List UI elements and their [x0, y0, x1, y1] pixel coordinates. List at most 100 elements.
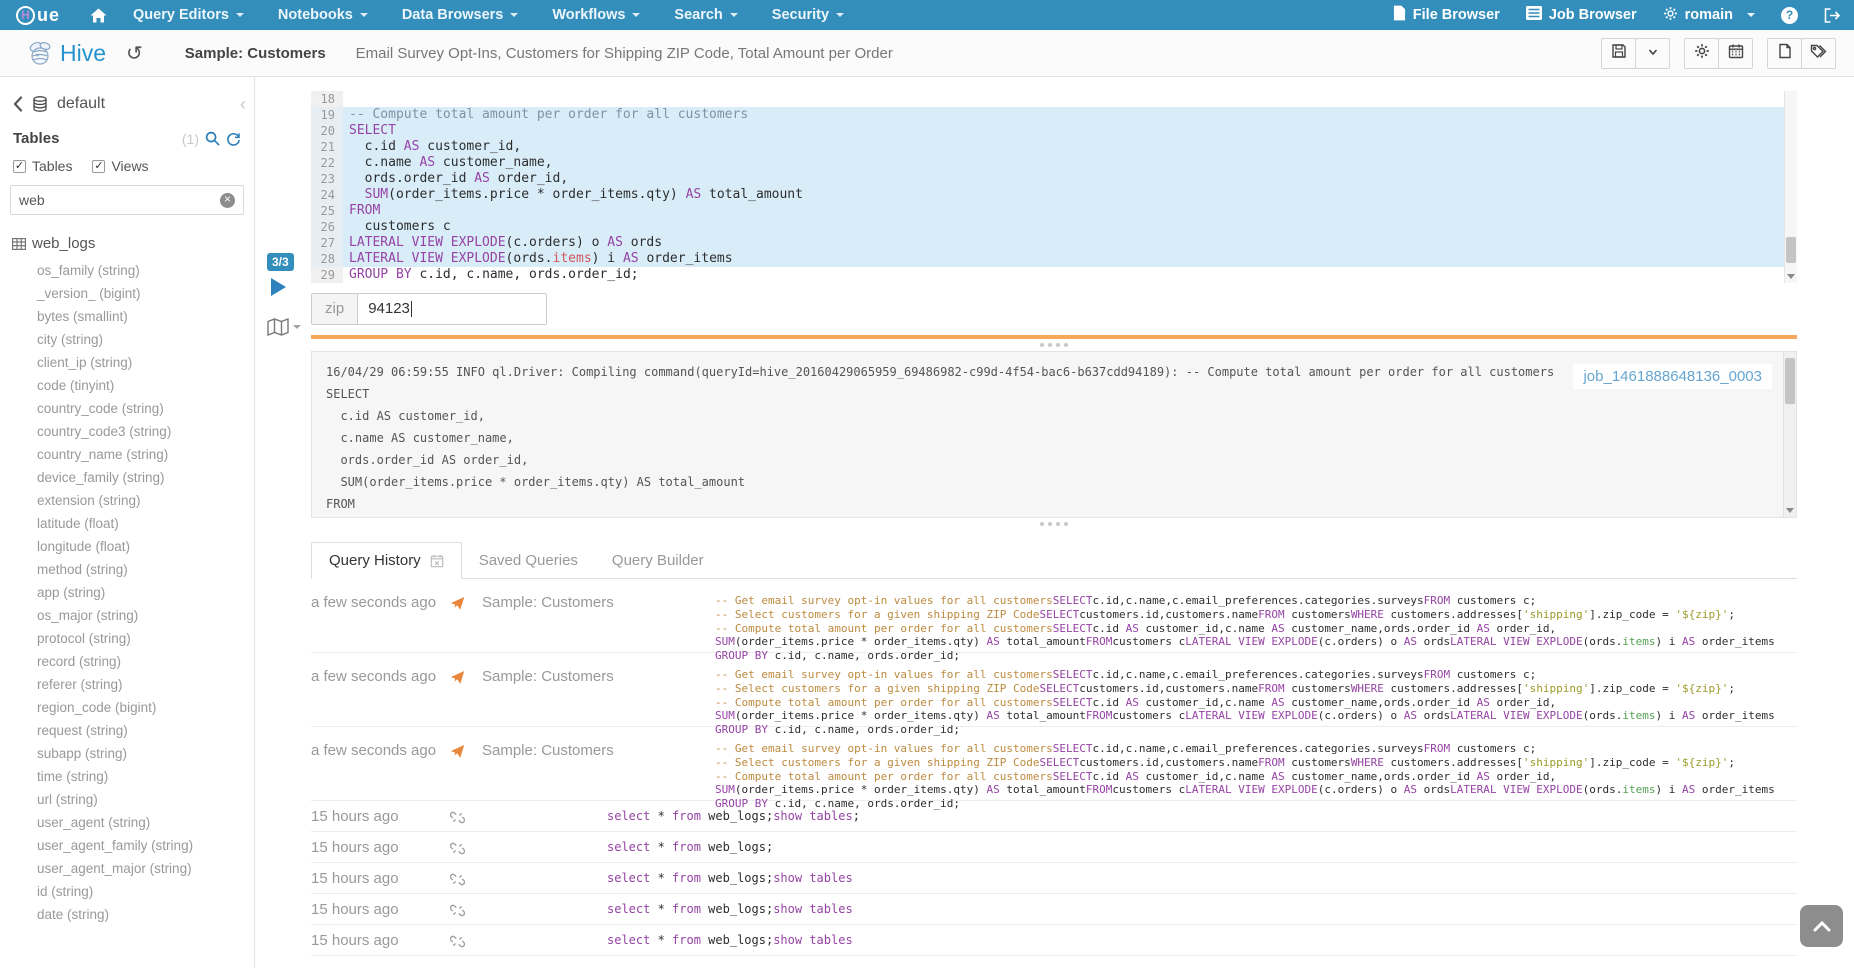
logout-icon[interactable] [1824, 8, 1840, 23]
menu-query-editors[interactable]: Query Editors [133, 7, 244, 23]
resize-handle[interactable] [311, 339, 1797, 351]
menu-search[interactable]: Search [674, 7, 737, 23]
history-row[interactable]: 15 hours agoselect * from web_logs;show … [311, 894, 1797, 925]
column-item[interactable]: request (string) [0, 719, 254, 742]
history-row[interactable]: 15 hours agoselect * from web_logs;show … [311, 925, 1797, 956]
save-button[interactable] [1601, 38, 1636, 69]
back-chevron-icon[interactable] [13, 96, 23, 112]
column-item[interactable]: protocol (string) [0, 627, 254, 650]
sql-token: customer_id,c.name [1139, 622, 1271, 635]
settings-button[interactable] [1684, 38, 1719, 69]
menu-notebooks[interactable]: Notebooks [278, 7, 368, 23]
schedule-button[interactable] [1718, 38, 1753, 69]
tags-button[interactable] [1801, 38, 1836, 69]
scrollbar-thumb[interactable] [1786, 237, 1796, 263]
query-history-icon[interactable]: ↺ [126, 41, 143, 65]
editor-line[interactable]: 24 SUM(order_items.price * order_items.q… [311, 187, 1797, 203]
editor-line[interactable]: 22 c.name AS customer_name, [311, 155, 1797, 171]
job-link[interactable]: job_1461888648136_0003 [1573, 364, 1772, 389]
history-sql: select * from web_logs;show tables [607, 871, 853, 885]
table-search-input[interactable] [19, 192, 220, 208]
scroll-to-top-button[interactable] [1800, 905, 1843, 947]
editor-line[interactable]: 25FROM [311, 203, 1797, 219]
column-item[interactable]: referer (string) [0, 673, 254, 696]
sidebar-collapse-icon[interactable]: ‹ [240, 94, 246, 115]
column-item[interactable]: app (string) [0, 581, 254, 604]
calendar-x-icon[interactable] [430, 554, 444, 568]
editor-line[interactable]: 26 customers c [311, 219, 1797, 235]
variable-value-input[interactable]: 94123 [358, 294, 546, 324]
column-item[interactable]: user_agent_family (string) [0, 834, 254, 857]
column-item[interactable]: code (tinyint) [0, 374, 254, 397]
app-title[interactable]: Hive [60, 40, 106, 67]
editor-line[interactable]: 27LATERAL VIEW EXPLODE(c.orders) o AS or… [311, 235, 1797, 251]
column-item[interactable]: _version_ (bigint) [0, 282, 254, 305]
log-scrollbar[interactable] [1783, 352, 1796, 517]
history-row[interactable]: 15 hours agoselect * from web_logs;show … [311, 863, 1797, 894]
home-icon[interactable] [90, 8, 107, 23]
column-item[interactable]: latitude (float) [0, 512, 254, 535]
column-item[interactable]: url (string) [0, 788, 254, 811]
column-item[interactable]: city (string) [0, 328, 254, 351]
history-row[interactable]: a few seconds agoSample: Customers-- Get… [311, 653, 1797, 727]
column-item[interactable]: user_agent_major (string) [0, 857, 254, 880]
column-item[interactable]: user_agent (string) [0, 811, 254, 834]
help-icon[interactable]: ? [1781, 7, 1798, 24]
column-item[interactable]: region_code (bigint) [0, 696, 254, 719]
clear-search-icon[interactable]: × [220, 193, 235, 208]
column-item[interactable]: longitude (float) [0, 535, 254, 558]
scrollbar-thumb[interactable] [1785, 358, 1795, 404]
database-name[interactable]: default [57, 95, 105, 113]
editor-line[interactable]: 19-- Compute total amount per order for … [311, 107, 1797, 123]
history-row[interactable]: a few seconds agoSample: Customers-- Get… [311, 727, 1797, 801]
column-item[interactable]: id (string) [0, 880, 254, 903]
editor-line[interactable]: 29GROUP BY c.id, c.name, ords.order_id; [311, 267, 1797, 283]
save-dropdown-button[interactable] [1635, 38, 1670, 69]
hue-logo[interactable]: H ue [16, 5, 60, 26]
column-item[interactable]: extension (string) [0, 489, 254, 512]
column-item[interactable]: client_ip (string) [0, 351, 254, 374]
user-menu[interactable]: romain [1663, 6, 1755, 25]
menu-workflows[interactable]: Workflows [552, 7, 640, 23]
resize-handle[interactable] [311, 518, 1797, 530]
table-item[interactable]: web_logs [0, 235, 254, 252]
column-item[interactable]: device_family (string) [0, 466, 254, 489]
column-item[interactable]: country_name (string) [0, 443, 254, 466]
new-query-button[interactable] [1767, 38, 1802, 69]
column-item[interactable]: subapp (string) [0, 742, 254, 765]
history-row[interactable]: a few seconds agoSample: Customers-- Get… [311, 579, 1797, 653]
editor-line[interactable]: 28LATERAL VIEW EXPLODE(ords.items) i AS … [311, 251, 1797, 267]
editor-line[interactable]: 23 ords.order_id AS order_id, [311, 171, 1797, 187]
refresh-icon[interactable] [226, 131, 241, 146]
scroll-down-icon[interactable] [1786, 508, 1794, 513]
column-item[interactable]: country_code (string) [0, 397, 254, 420]
column-item[interactable]: date (string) [0, 903, 254, 926]
column-item[interactable]: time (string) [0, 765, 254, 788]
scroll-down-icon[interactable] [1787, 274, 1795, 279]
sql-line: -- Select customers for a given shipping… [715, 756, 1775, 770]
history-row[interactable]: 15 hours agoselect * from web_logs; [311, 832, 1797, 863]
tab-saved-queries[interactable]: Saved Queries [462, 542, 595, 579]
file-browser-link[interactable]: File Browser [1393, 5, 1500, 25]
filter-tables-checkbox[interactable]: ✓Tables [13, 158, 72, 174]
editor-scrollbar[interactable] [1784, 91, 1797, 283]
editor-line[interactable]: 18 [311, 91, 1797, 107]
column-item[interactable]: os_family (string) [0, 259, 254, 282]
column-item[interactable]: record (string) [0, 650, 254, 673]
menu-data-browsers[interactable]: Data Browsers [402, 7, 519, 23]
tab-query-builder[interactable]: Query Builder [595, 542, 721, 579]
execute-button[interactable] [271, 278, 286, 296]
filter-views-checkbox[interactable]: ✓Views [92, 158, 148, 174]
editor-line[interactable]: 21 c.id AS customer_id, [311, 139, 1797, 155]
search-icon[interactable] [205, 131, 220, 146]
column-item[interactable]: method (string) [0, 558, 254, 581]
tab-query-history[interactable]: Query History [311, 542, 462, 579]
menu-security[interactable]: Security [772, 7, 844, 23]
column-item[interactable]: os_major (string) [0, 604, 254, 627]
column-item[interactable]: bytes (smallint) [0, 305, 254, 328]
job-browser-link[interactable]: Job Browser [1526, 6, 1637, 24]
column-item[interactable]: country_code3 (string) [0, 420, 254, 443]
map-overview-icon[interactable] [267, 318, 301, 336]
sql-editor[interactable]: 1819-- Compute total amount per order fo… [311, 91, 1797, 283]
editor-line[interactable]: 20SELECT [311, 123, 1797, 139]
